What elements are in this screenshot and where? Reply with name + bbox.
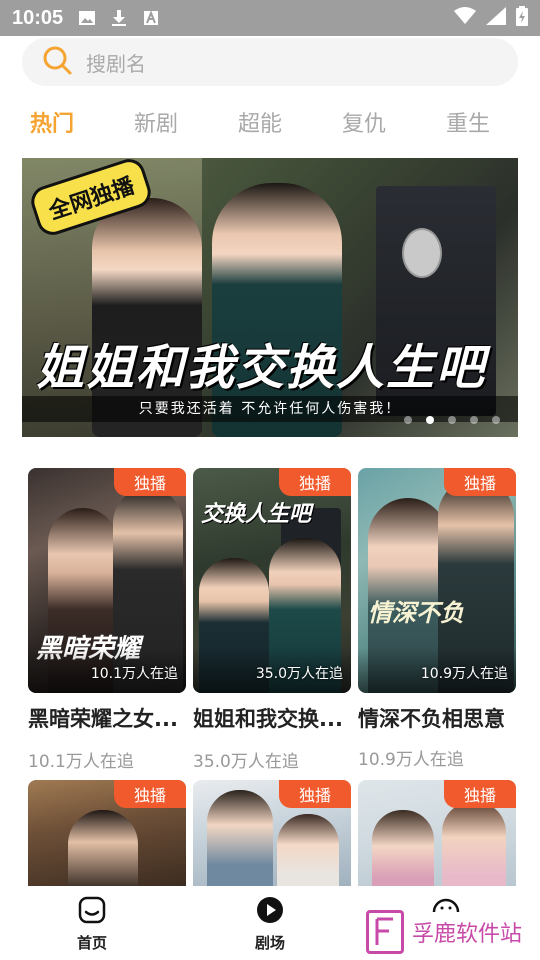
featured-banner[interactable]: 全网独播 姐姐和我交换人生吧 只要我还活着 不允许任何人伤害我！ [22,158,518,437]
poster-follower-count: 10.1万人在追 [90,666,178,682]
status-time: 10:05 [12,6,64,29]
poster-follower-count: 10.9万人在追 [420,666,508,682]
search-bar[interactable]: 搜剧名 [22,38,518,86]
wifi-icon [454,7,476,29]
battery-charging-icon [516,6,528,30]
exclusive-badge: 独播 [114,468,186,496]
poster-title-art: 情深不负 [368,598,464,627]
nav-home-label: 首页 [76,934,107,952]
banner-dot[interactable] [492,416,500,424]
drama-follower-count: 10.1万人在追 [28,752,134,772]
banner-dot[interactable] [404,416,412,424]
status-bar: 10:05 [0,0,540,36]
exclusive-badge: 独播 [114,780,186,808]
drama-card[interactable]: 黑暗荣耀 独播 10.1万人在追 黑暗荣耀之女... 10.1万人在追 [28,468,186,772]
tab-hot[interactable]: 热门 [30,106,74,138]
home-icon [78,896,106,928]
download-icon [109,8,129,28]
tab-rebirth[interactable]: 重生 [446,106,490,138]
app-screen: 10:05 搜剧名 热门 新剧 超能 复仇 重生 全网独播 姐姐和我交换人生吧 … [0,0,540,960]
drama-poster[interactable]: 黑暗荣耀 独播 10.1万人在追 [28,468,186,693]
drama-poster[interactable]: 交换人生吧 独播 35.0万人在追 [193,468,351,693]
exclusive-badge: 独播 [444,780,516,808]
watermark-text: 孚鹿软件站 [411,922,522,947]
portrait-image [402,228,442,278]
drama-title[interactable]: 情深不负相思意 [358,703,516,733]
signal-icon [486,7,506,29]
watermark: 孚鹿软件站 [365,910,522,954]
status-right-icons [454,6,528,30]
exclusive-badge: 独播 [279,780,351,808]
drama-title[interactable]: 黑暗荣耀之女... [28,703,186,733]
font-icon [141,8,161,28]
watermark-logo-icon [365,910,404,954]
search-icon [42,45,72,79]
drama-poster[interactable]: 独播 [358,780,516,888]
tab-new[interactable]: 新剧 [134,106,178,138]
exclusive-badge: 独播 [444,468,516,496]
drama-follower-count: 35.0万人在追 [193,752,299,772]
drama-poster[interactable]: 独播 [28,780,186,888]
image-icon [77,8,97,28]
poster-follower-count: 35.0万人在追 [255,666,343,682]
play-icon [256,896,284,928]
category-tabs: 热门 新剧 超能 复仇 重生 [0,100,540,144]
drama-card[interactable]: 情深不负 独播 10.9万人在追 情深不负相思意 10.9万人在追 [358,468,516,770]
drama-poster[interactable]: 情深不负 独播 10.9万人在追 [358,468,516,693]
tab-revenge[interactable]: 复仇 [342,106,386,138]
nav-theater-label: 剧场 [254,934,285,952]
exclusive-badge: 独播 [279,468,351,496]
banner-dot-active[interactable] [426,416,434,424]
banner-pagination [404,416,500,424]
tab-superpower[interactable]: 超能 [238,106,282,138]
banner-dot[interactable] [470,416,478,424]
nav-theater[interactable]: 剧场 [220,896,320,953]
drama-poster[interactable]: 独播 [193,780,351,888]
nav-home[interactable]: 首页 [42,896,142,953]
banner-title: 姐姐和我交换人生吧 [36,340,487,396]
drama-follower-count: 10.9万人在追 [358,750,464,770]
drama-card[interactable]: 交换人生吧 独播 35.0万人在追 姐姐和我交换... 35.0万人在追 [193,468,351,772]
bottom-navigation: 首页 剧场 孚鹿软件站 [0,886,540,960]
poster-title-art: 交换人生吧 [201,501,312,527]
drama-title[interactable]: 姐姐和我交换... [193,703,351,733]
search-input[interactable]: 搜剧名 [86,48,146,77]
banner-dot[interactable] [448,416,456,424]
